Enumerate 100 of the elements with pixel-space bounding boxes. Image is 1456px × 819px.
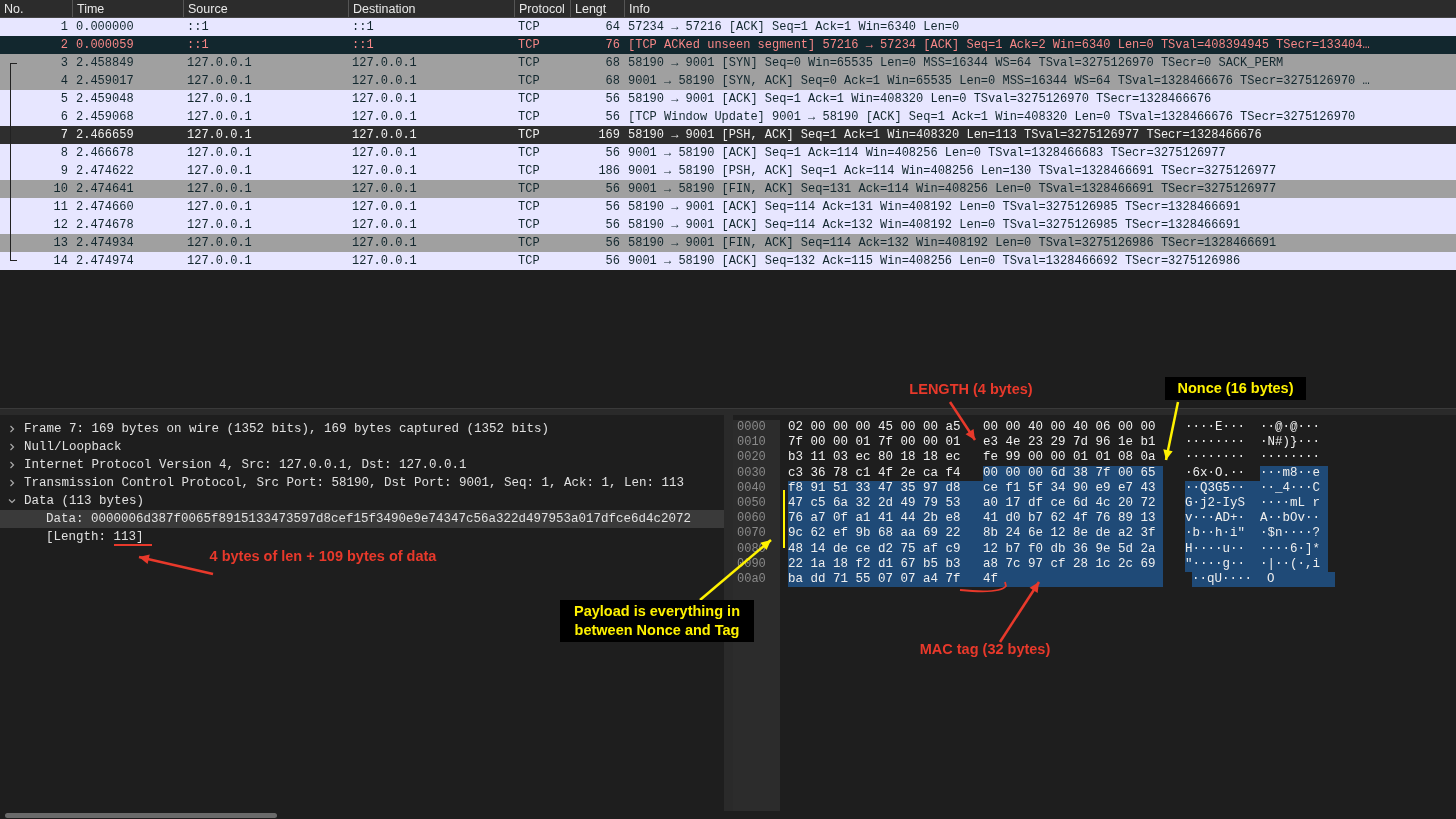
packet-number: 12 (53, 218, 68, 232)
detail-row[interactable]: [Length: 113] (0, 528, 724, 546)
packet-row[interactable]: 1 0.000000 ::1 ::1 TCP 64 57234 → 57216 [ACK] Seq=1 Ack=1 Win=6340 Len=0 (0, 18, 1456, 36)
detail-row[interactable]: Internet Protocol Version 4, Src: 127.0.0.1, Dst: 127.0.0.1 (0, 456, 724, 474)
hex-bytes: 7f 00 00 01 7f 00 00 01 (788, 435, 962, 451)
packet-row[interactable]: 4 2.459017 127.0.0.1 127.0.0.1 TCP 68 9001 → 58190 [SYN, ACK] Seq=0 Ack=1 Win=65535 Len=0 MSS=16344 WS=64 TSval=1328466676 TSecr=3275126970 … (0, 72, 1456, 90)
info-cell-text: 9001 → 58190 [FIN, ACK] Seq=131 Ack=114 Win=408256 Len=0 TSval=1328466691 TSecr=3275126977 (627, 181, 1278, 198)
packet-row[interactable]: 9 2.474622 127.0.0.1 127.0.0.1 TCP 186 9001 → 58190 [PSH, ACK] Seq=1 Ack=114 Win=408256 Len=130 TSval=1328466691 TSecr=3275126977 (0, 162, 1456, 180)
offset-label: 0010 (737, 435, 767, 451)
time-cell-text: 0.000059 (75, 37, 135, 54)
offset-label: 00a0 (737, 572, 767, 588)
ascii-text: v···AD+· (1185, 511, 1260, 527)
underline-mark (113, 544, 153, 546)
column-header[interactable]: No. (0, 0, 72, 17)
destination-cell-text: 127.0.0.1 (351, 73, 418, 90)
detail-row[interactable]: Transmission Control Protocol, Src Port: 58190, Dst Port: 9001, Seq: 1, Ack: 1, Len: 113 (0, 474, 724, 492)
length-cell-text: 76 (604, 37, 621, 54)
column-header[interactable]: Time (72, 0, 183, 17)
column-header[interactable]: Info (624, 0, 1456, 17)
packet-number: 11 (53, 200, 68, 214)
protocol-cell-text: TCP (517, 91, 541, 108)
packet-number: 8 (60, 146, 68, 160)
packet-number: 4 (60, 74, 68, 88)
ascii-text: ········ (1260, 450, 1321, 466)
protocol-cell-text: TCP (517, 199, 541, 216)
hex-bytes: 76 a7 0f a1 41 44 2b e8 (788, 511, 983, 527)
packet-number: 1 (60, 20, 68, 34)
length-cell-text: 186 (597, 163, 621, 180)
packet-row[interactable]: 3 2.458849 127.0.0.1 127.0.0.1 TCP 68 58190 → 9001 [SYN] Seq=0 Win=65535 Len=0 MSS=16344 WS=64 TSval=3275126970 TSecr=0 SACK_PERM (0, 54, 1456, 72)
detail-row[interactable]: Null/Loopback (0, 438, 724, 456)
protocol-cell-text: TCP (517, 127, 541, 144)
offset-label: 0020 (737, 450, 767, 466)
detail-row[interactable]: Data (113 bytes) (0, 492, 724, 510)
packet-row[interactable]: 2 0.000059 ::1 ::1 TCP 76 [TCP ACKed unseen segment] 57216 → 57234 [ACK] Seq=1 Ack=2 Win=6340 Len=0 TSval=408394945 TSecr=133404… (0, 36, 1456, 54)
time-cell-text: 2.474974 (75, 253, 135, 270)
protocol-cell-text: TCP (517, 253, 541, 270)
annotation-text: Payload is everything in between Nonce and Tag (574, 603, 740, 638)
hex-bytes: 9c 62 ef 9b 68 aa 69 22 (788, 526, 983, 542)
time-cell-text: 2.459068 (75, 109, 135, 126)
info-cell-text: 9001 → 58190 [ACK] Seq=132 Ack=115 Win=408256 Len=0 TSval=1328466692 TSecr=3275126986 (627, 253, 1242, 270)
source-cell-text: 127.0.0.1 (186, 235, 253, 252)
packet-row[interactable]: 13 2.474934 127.0.0.1 127.0.0.1 TCP 56 58190 → 9001 [FIN, ACK] Seq=114 Ack=132 Win=408192 Len=0 TSval=3275126986 TSecr=1328466691 (0, 234, 1456, 252)
destination-cell-text: 127.0.0.1 (351, 163, 418, 180)
packet-row[interactable]: 11 2.474660 127.0.0.1 127.0.0.1 TCP 56 58190 → 9001 [ACK] Seq=114 Ack=131 Win=408192 Len=0 TSval=3275126985 TSecr=1328466691 (0, 198, 1456, 216)
packet-number: 2 (60, 38, 68, 52)
bracket-line (783, 489, 785, 549)
info-cell-text: [TCP Window Update] 9001 → 58190 [ACK] Seq=1 Ack=1 Win=408320 Len=0 TSval=1328466676 TSecr=3275126970 (627, 109, 1357, 126)
source-cell-text: 127.0.0.1 (186, 181, 253, 198)
packet-row[interactable]: 10 2.474641 127.0.0.1 127.0.0.1 TCP 56 9001 → 58190 [FIN, ACK] Seq=131 Ack=114 Win=408256 Len=0 TSval=1328466691 TSecr=3275126977 (0, 180, 1456, 198)
packet-row[interactable]: 6 2.459068 127.0.0.1 127.0.0.1 TCP 56 [TCP Window Update] 9001 → 58190 [ACK] Seq=1 Ack=1 Win=408320 Len=0 TSval=1328466676 TSecr=3275126970 (0, 108, 1456, 126)
scrollbar-thumb[interactable] (5, 813, 277, 818)
ascii-text: ·b··h·i" (1185, 526, 1260, 542)
time-cell-text: 2.459017 (75, 73, 135, 90)
time-cell-text: 2.474622 (75, 163, 135, 180)
protocol-cell-text: TCP (517, 217, 541, 234)
annotation-text: MAC tag (32 bytes) (919, 641, 1051, 657)
offset-label: 0000 (737, 420, 767, 436)
time-cell-text: 2.474678 (75, 217, 135, 234)
column-header[interactable]: Destination (348, 0, 514, 17)
source-cell-text: 127.0.0.1 (186, 253, 253, 270)
offset-label: 0060 (737, 511, 767, 527)
length-cell-text: 64 (604, 19, 621, 36)
packet-number: 10 (53, 182, 68, 196)
length-cell-text: 56 (604, 145, 621, 162)
ascii-text: ·$n····? (1260, 526, 1328, 542)
protocol-cell-text: TCP (517, 145, 541, 162)
ascii-text: ·N#)}··· (1260, 435, 1321, 451)
packet-number: 13 (53, 236, 68, 250)
hex-bytes: 02 00 00 00 45 00 00 a5 (788, 420, 962, 436)
packet-row[interactable]: 14 2.474974 127.0.0.1 127.0.0.1 TCP 56 9001 → 58190 [ACK] Seq=132 Ack=115 Win=408256 Len=0 TSval=1328466692 TSecr=3275126986 (0, 252, 1456, 270)
packet-row[interactable]: 12 2.474678 127.0.0.1 127.0.0.1 TCP 56 58190 → 9001 [ACK] Seq=114 Ack=132 Win=408192 Len=0 TSval=3275126985 TSecr=1328466691 (0, 216, 1456, 234)
packet-row[interactable]: 7 2.466659 127.0.0.1 127.0.0.1 TCP 169 58190 → 9001 [PSH, ACK] Seq=1 Ack=1 Win=408320 Len=113 TSval=3275126977 TSecr=1328466676 (0, 126, 1456, 144)
info-cell-text: [TCP ACKed unseen segment] 57216 → 57234 [ACK] Seq=1 Ack=2 Win=6340 Len=0 TSval=408394945 TSecr=133404… (627, 37, 1371, 54)
hex-bytes: c3 36 78 c1 4f 2e ca f4 (788, 465, 962, 481)
destination-cell-text: 127.0.0.1 (351, 181, 418, 198)
detail-row[interactable]: Frame 7: 169 bytes on wire (1352 bits), 169 bytes captured (1352 bits) (0, 420, 724, 438)
column-header[interactable]: Source (183, 0, 348, 17)
source-cell-text: ::1 (186, 19, 210, 36)
info-cell-text: 9001 → 58190 [PSH, ACK] Seq=1 Ack=114 Win=408256 Len=130 TSval=1328466691 TSecr=3275126977 (627, 163, 1278, 180)
detail-row[interactable]: Data: 0000006d387f0065f8915133473597d8cef15f3490e9e74347c56a322d497953a017dfce6d4c2072 (0, 510, 724, 528)
source-cell-text: 127.0.0.1 (186, 127, 253, 144)
info-cell-text: 58190 → 9001 [FIN, ACK] Seq=114 Ack=132 Win=408192 Len=0 TSval=3275126986 TSecr=1328466691 (627, 235, 1278, 252)
scribble-mark (959, 581, 1007, 593)
packet-number: 14 (53, 254, 68, 268)
time-cell-text: 2.474934 (75, 235, 135, 252)
packet-row[interactable]: 8 2.466678 127.0.0.1 127.0.0.1 TCP 56 9001 → 58190 [ACK] Seq=1 Ack=114 Win=408256 Len=0 TSval=1328466683 TSecr=3275126977 (0, 144, 1456, 162)
hex-bytes: fe 99 00 00 01 01 08 0a (983, 450, 1157, 466)
length-cell-text: 68 (604, 55, 621, 72)
column-header[interactable]: Protocol (514, 0, 570, 17)
length-cell-text: 56 (604, 109, 621, 126)
packet-row[interactable]: 5 2.459048 127.0.0.1 127.0.0.1 TCP 56 58190 → 9001 [ACK] Seq=1 Ack=1 Win=408320 Len=0 TSval=3275126970 TSecr=1328466676 (0, 90, 1456, 108)
source-cell-text: 127.0.0.1 (186, 55, 253, 72)
packet-number: 6 (60, 110, 68, 124)
column-header[interactable]: Lengt (570, 0, 624, 17)
packet-number: 9 (60, 164, 68, 178)
offset-label: 0050 (737, 496, 767, 512)
source-cell-text: 127.0.0.1 (186, 73, 253, 90)
info-cell-text: 58190 → 9001 [ACK] Seq=114 Ack=132 Win=408192 Len=0 TSval=3275126985 TSecr=1328466691 (627, 217, 1242, 234)
length-cell-text: 56 (604, 199, 621, 216)
hex-bytes: b3 11 03 ec 80 18 18 ec (788, 450, 962, 466)
